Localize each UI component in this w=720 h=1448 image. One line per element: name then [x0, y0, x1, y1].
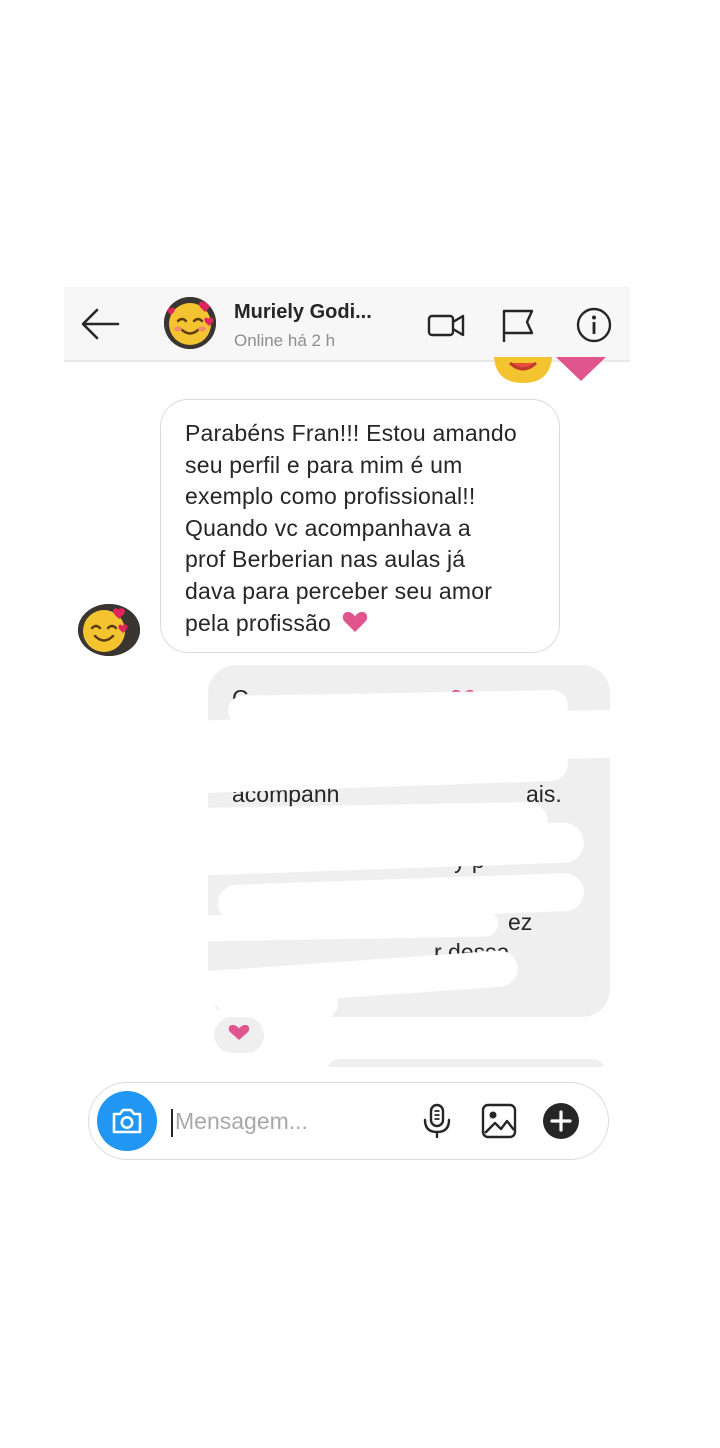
text-caret: [171, 1109, 173, 1137]
message-line: dava para perceber seu amor: [185, 577, 493, 604]
message-line: seu perfil e para mim é um: [185, 451, 463, 478]
chat-screen: Muriely Godi... Online há 2 h Parabéns F…: [64, 287, 630, 1067]
redaction-scribble: [217, 980, 339, 1017]
message-input[interactable]: Mensagem...: [175, 1108, 308, 1135]
plus-icon[interactable]: [543, 1103, 579, 1139]
message-reaction[interactable]: [214, 1017, 264, 1053]
message-line: Quando vc acompanhava a: [185, 514, 471, 541]
arrow-left-icon[interactable]: [80, 307, 120, 341]
message-line-text: pela profissão: [185, 609, 331, 636]
sender-avatar[interactable]: [78, 604, 140, 656]
online-status: Online há 2 h: [234, 331, 336, 350]
next-message-bubble[interactable]: [326, 1059, 606, 1067]
message-composer: Mensagem...: [88, 1082, 609, 1160]
smiling-face-with-hearts-icon: [78, 604, 140, 656]
microphone-icon[interactable]: [419, 1103, 455, 1139]
message-line: prof Berberian nas aulas já: [185, 546, 466, 573]
camera-button[interactable]: [97, 1091, 157, 1151]
flag-icon[interactable]: [498, 305, 538, 345]
smiling-face-emoji-icon: [494, 357, 552, 383]
message-line: Parabéns Fran!!! Estou amando: [185, 420, 517, 446]
smiling-face-with-hearts-icon: [164, 297, 216, 349]
message-line: exemplo como profissional!!: [185, 483, 476, 510]
heart-icon: [228, 1025, 250, 1040]
message-line: pela profissão: [185, 608, 539, 640]
contact-name[interactable]: Muriely Godi...: [234, 301, 372, 324]
gallery-icon[interactable]: [481, 1103, 517, 1139]
contact-avatar[interactable]: [164, 297, 216, 349]
camera-icon: [112, 1108, 142, 1134]
chat-header: Muriely Godi... Online há 2 h: [64, 287, 630, 362]
video-call-icon[interactable]: [426, 305, 466, 345]
redaction-scribble: [208, 910, 499, 942]
info-icon[interactable]: [574, 305, 614, 345]
heart-icon: [556, 357, 606, 381]
outgoing-message-bubble[interactable]: C ooooooor acompanh ais. y p ez r dessa: [208, 665, 610, 1017]
incoming-message-bubble[interactable]: Parabéns Fran!!! Estou amando seu perfil…: [160, 399, 560, 653]
heart-icon: [342, 611, 367, 632]
